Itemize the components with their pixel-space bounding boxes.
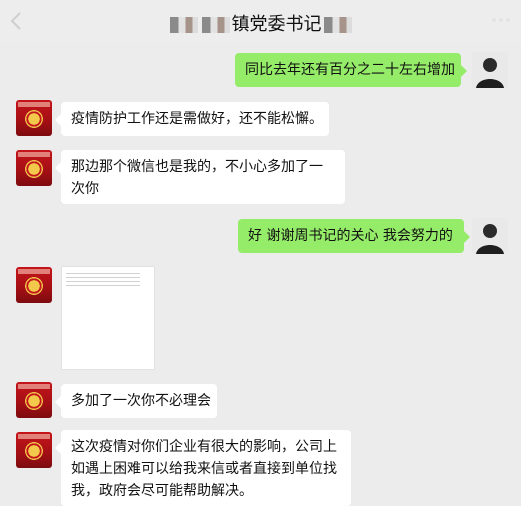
contact-avatar[interactable] [16,382,52,418]
message-bubble-other[interactable]: 疫情防护工作还是需做好，还不能松懈。 [55,102,329,136]
contact-avatar[interactable] [16,100,52,136]
self-avatar[interactable] [472,52,508,88]
message-bubble-self[interactable]: 好 谢谢周书记的关心 我会努力的 [238,219,470,253]
contact-avatar[interactable] [16,150,52,186]
message-bubble-other[interactable]: 那边那个微信也是我的，不小心多加了一次你 [55,150,345,204]
message-bubble-self[interactable]: 同比去年还有百分之二十左右增加 [235,53,467,87]
message-bubble-other[interactable]: 这次疫情对你们企业有很大的影响，公司上如遇上困难可以给我来信或者直接到单位找我，… [55,430,351,506]
more-dots-icon[interactable] [491,16,511,24]
chat-title-text: 镇党委书记 [231,14,322,35]
contact-avatar[interactable] [16,432,52,468]
person-icon [472,218,508,254]
self-avatar[interactable] [472,218,508,254]
image-thumbnail-content [66,273,140,287]
contact-avatar[interactable] [16,267,52,303]
blurred-name [323,17,352,33]
image-message[interactable] [61,266,155,370]
chat-title: 镇党委书记 [0,10,521,36]
blurred-name [169,17,198,33]
chat-header: 镇党委书记 [0,0,521,42]
blurred-name [201,17,230,33]
person-icon [472,52,508,88]
message-bubble-other[interactable]: 多加了一次你不必理会 [55,384,217,418]
